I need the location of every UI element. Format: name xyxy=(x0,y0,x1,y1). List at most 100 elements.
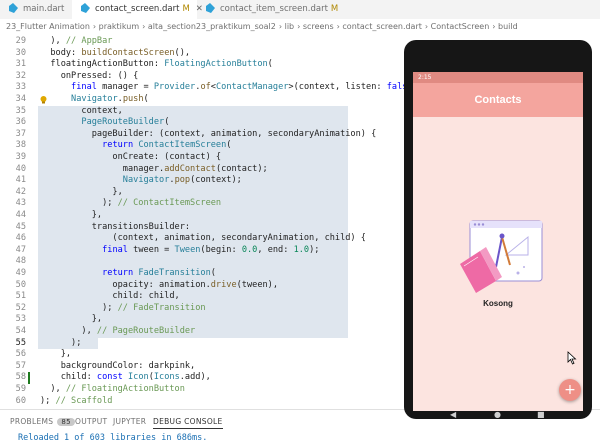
line-number: 29 xyxy=(15,36,26,46)
line-number: 36 xyxy=(15,117,26,128)
mouse-cursor-icon xyxy=(567,350,577,365)
line-number: 35 xyxy=(15,105,26,116)
code-line: opacity: animation.drive(tween), xyxy=(40,279,279,290)
back-icon[interactable]: ◀ xyxy=(450,411,456,419)
empty-state-illustration xyxy=(458,219,548,294)
breadcrumb-item[interactable]: screens xyxy=(303,22,334,31)
line-number: 42 xyxy=(15,186,26,197)
line-number: 32 xyxy=(15,70,26,81)
line-number: 52 xyxy=(15,302,26,313)
line-number: 34 xyxy=(15,94,26,104)
code-line: }, xyxy=(40,186,123,197)
code-line: ); // ContactItemScreen xyxy=(40,198,222,209)
selection-highlight xyxy=(38,256,348,268)
line-number: 47 xyxy=(15,244,26,255)
breadcrumb-item[interactable]: build xyxy=(498,22,518,31)
tab-label: contact_screen.dart xyxy=(95,4,180,14)
add-icon: + xyxy=(564,382,576,398)
code-line: child: const Icon(Icons.add), xyxy=(40,372,211,383)
line-number: 43 xyxy=(15,198,26,209)
status-time: 2:15 xyxy=(418,74,432,81)
code-line: final tween = Tween(begin: 0.0, end: 1.0… xyxy=(102,244,320,255)
app-title: Contacts xyxy=(474,94,522,106)
breadcrumb-item[interactable]: 23_Flutter Animation xyxy=(6,22,90,31)
tab-output[interactable]: OUTPUT xyxy=(75,417,107,426)
code-line: ); xyxy=(40,337,82,348)
line-number: 49 xyxy=(15,268,26,278)
line-number: 57 xyxy=(15,360,26,371)
tab-main-dart[interactable]: main.dart xyxy=(0,0,72,19)
breadcrumb: 23_Flutter Animation › praktikum › alta_se… xyxy=(0,19,600,35)
line-number: 45 xyxy=(15,221,26,232)
dart-file-icon xyxy=(205,3,216,14)
home-icon[interactable]: ● xyxy=(494,411,501,419)
code-line: Navigator.push( xyxy=(71,94,149,104)
code-line: PageRouteBuilder( xyxy=(81,117,170,128)
line-number: 58 xyxy=(15,372,26,383)
line-number: 56 xyxy=(15,349,26,360)
code-line: onCreate: (contact) { xyxy=(40,152,222,162)
line-number: 55 xyxy=(15,337,26,348)
app-bar: Contacts xyxy=(413,83,583,117)
breadcrumb-item[interactable]: praktikum xyxy=(99,22,140,31)
line-number: 44 xyxy=(15,210,26,220)
line-number: 40 xyxy=(15,163,26,174)
code-line: return FadeTransition( xyxy=(102,268,216,278)
tab-label: main.dart xyxy=(23,4,65,14)
line-number: 51 xyxy=(15,291,26,302)
code-line: (context, animation, secondaryAnimation,… xyxy=(40,233,366,244)
code-line: manager.addContact(contact); xyxy=(40,163,268,174)
tab-contact-item-screen[interactable]: contact_item_screen.dart M xyxy=(197,0,338,19)
code-line: ), // PageRouteBuilder xyxy=(40,326,196,336)
line-number: 41 xyxy=(15,175,26,186)
status-bar: 2:15 xyxy=(413,72,583,83)
code-line: ), // AppBar xyxy=(40,36,113,46)
tab-debug-console[interactable]: DEBUG CONSOLE xyxy=(153,417,223,429)
modified-badge: M xyxy=(182,4,190,14)
line-number: 54 xyxy=(15,326,26,336)
dart-file-icon xyxy=(80,3,91,14)
line-number: 39 xyxy=(15,152,26,162)
line-number: 53 xyxy=(15,314,26,325)
add-contact-fab[interactable]: + xyxy=(559,379,581,401)
line-number: 59 xyxy=(15,384,26,394)
tab-label: PROBLEMS xyxy=(10,417,54,426)
breadcrumb-item[interactable]: ContactScreen xyxy=(431,22,490,31)
app-screen[interactable]: 2:15 Contacts Kosong + xyxy=(413,72,583,411)
code-line: final manager = Provider.of<ContactManag… xyxy=(71,82,423,93)
debug-console-output: Reloaded 1 of 603 libraries in 686ms. xyxy=(18,433,208,443)
code-line: onPressed: () { xyxy=(40,70,139,81)
line-number: 50 xyxy=(15,279,26,290)
recents-icon[interactable]: ■ xyxy=(537,411,545,419)
tab-jupyter[interactable]: JUPYTER xyxy=(113,417,146,426)
code-line: floatingActionButton: FloatingActionButt… xyxy=(40,59,273,70)
git-added-marker xyxy=(28,372,30,384)
code-line: }, xyxy=(40,210,103,220)
line-number: 33 xyxy=(15,82,26,93)
code-line: return ContactItemScreen( xyxy=(102,140,232,151)
line-number: 60 xyxy=(15,395,26,406)
tab-contact-screen[interactable]: contact_screen.dart M ✕ xyxy=(72,0,203,19)
problems-count-badge: 85 xyxy=(57,418,75,426)
tab-label: contact_item_screen.dart xyxy=(220,4,328,14)
breadcrumb-item[interactable]: contact_screen.dart xyxy=(342,22,421,31)
code-line: body: buildContactScreen(), xyxy=(40,47,191,58)
breadcrumb-item[interactable]: alta_section23_praktikum_soal2 xyxy=(148,22,276,31)
line-number: 37 xyxy=(15,128,26,139)
code-line: ); // Scaffold xyxy=(40,395,113,406)
code-line: }, xyxy=(40,314,103,325)
code-line: child: child, xyxy=(40,291,180,302)
code-line: transitionsBuilder: xyxy=(40,221,191,232)
dart-file-icon xyxy=(8,3,19,14)
line-number: 30 xyxy=(15,47,26,58)
breadcrumb-item[interactable]: lib xyxy=(285,22,295,31)
line-number: 38 xyxy=(15,140,26,151)
line-number: 46 xyxy=(15,233,26,244)
code-line: ), // FloatingActionButton xyxy=(40,384,185,394)
code-line: backgroundColor: darkpink, xyxy=(40,360,196,371)
code-line: ); // FadeTransition xyxy=(40,302,206,313)
tab-problems[interactable]: PROBLEMS 85 xyxy=(10,417,75,426)
line-number: 31 xyxy=(15,59,26,70)
line-number: 48 xyxy=(15,256,26,267)
code-line: context, xyxy=(40,105,123,116)
